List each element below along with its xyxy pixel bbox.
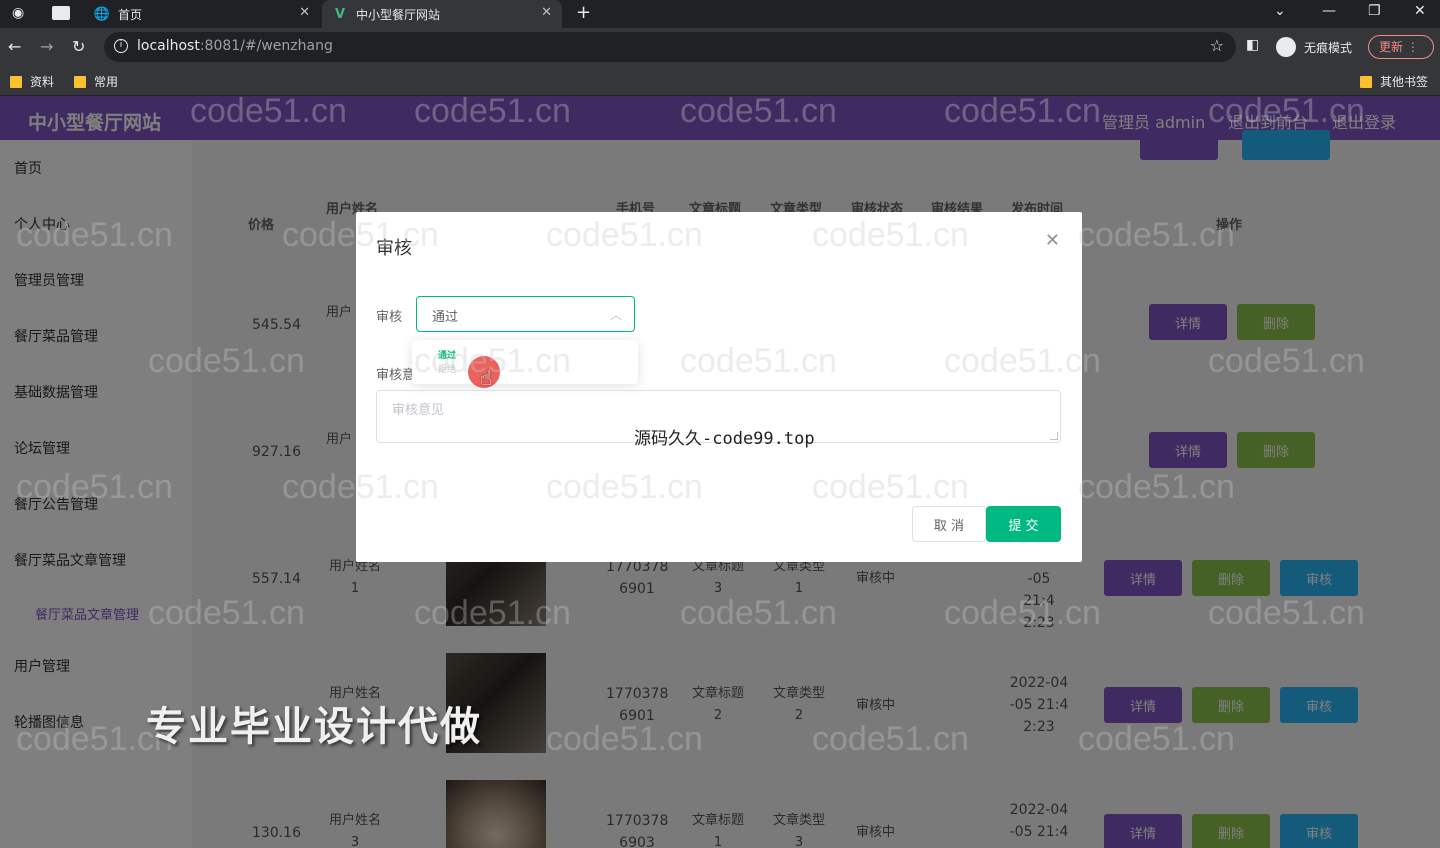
incognito-indicator[interactable]: 无痕模式 (1276, 37, 1352, 57)
audit-select-value: 通过 (432, 310, 459, 325)
audit-dialog: 审核 ✕ 审核 通过 ︿ 审核意见 通过 拒绝 审核意见 取 消 提 交 (356, 212, 1082, 562)
audit-label: 审核 (376, 310, 403, 325)
sidebar-toggle-icon[interactable]: ◧ (1246, 37, 1259, 53)
globe-icon: 🌐 (93, 6, 111, 22)
update-button[interactable]: 更新 ⋮ (1368, 35, 1434, 59)
resize-handle-icon[interactable] (1050, 432, 1058, 440)
dropdown-option-reject[interactable]: 拒绝 (438, 362, 456, 375)
browser-tabbar: ◉ 🌐 首页 ✕ V 中小型餐厅网站 ✕ + ⌄ — ❐ ✕ (0, 0, 1440, 28)
incognito-label: 无痕模式 (1304, 40, 1353, 55)
info-icon[interactable]: i (114, 39, 128, 53)
browser-profile-icon[interactable]: ◉ (12, 5, 24, 21)
audit-dropdown: 通过 拒绝 (412, 340, 638, 384)
hand-cursor-icon: ☝ (480, 366, 493, 390)
opinion-placeholder: 审核意见 (392, 403, 445, 418)
browser-tab-active[interactable]: V 中小型餐厅网站 ✕ (322, 0, 562, 28)
minimize-button[interactable]: — (1322, 3, 1336, 19)
reload-icon[interactable]: ↻ (72, 37, 85, 56)
restore-button[interactable]: ❐ (1368, 3, 1381, 19)
submit-button[interactable]: 提 交 (986, 506, 1061, 542)
center-watermark: 源码久久-code99.top (634, 429, 815, 449)
window-close-button[interactable]: ✕ (1414, 3, 1426, 19)
browser-tab-home[interactable]: 🌐 首页 ✕ (84, 0, 320, 28)
tab-label: 中小型餐厅网站 (356, 7, 441, 22)
cancel-button[interactable]: 取 消 (912, 506, 986, 542)
vue-logo-icon: V (334, 6, 346, 22)
incognito-icon (1276, 37, 1296, 57)
bookmarks-bar: 资料 常用 其他书签 (0, 66, 1440, 96)
browser-navbar: ← → ↻ i localhost:8081/#/wenzhang ☆ ◧ 无痕… (0, 28, 1440, 66)
ad-watermark: 专业毕业设计代做 (146, 704, 482, 750)
bookmark-folder[interactable]: 常用 (74, 73, 118, 90)
audit-select[interactable]: 通过 ︿ (416, 296, 635, 332)
other-bookmarks[interactable]: 其他书签 (1360, 73, 1428, 90)
folder-icon (10, 75, 22, 88)
chevron-up-icon: ︿ (609, 308, 622, 322)
close-icon[interactable]: ✕ (299, 5, 310, 20)
close-icon[interactable]: ✕ (541, 5, 552, 20)
address-bar[interactable]: i localhost:8081/#/wenzhang ☆ (104, 32, 1236, 62)
chevron-down-icon[interactable]: ⌄ (1274, 3, 1286, 19)
dropdown-option-pass[interactable]: 通过 (438, 348, 456, 361)
new-tab-button[interactable]: + (576, 2, 591, 23)
forward-arrow-icon[interactable]: → (40, 37, 53, 56)
bookmark-folder[interactable]: 资料 (10, 73, 54, 90)
back-arrow-icon[interactable]: ← (8, 37, 21, 56)
star-icon[interactable]: ☆ (1210, 36, 1224, 55)
dialog-title: 审核 (376, 238, 412, 259)
url-text: localhost:8081/#/wenzhang (137, 38, 333, 54)
folder-icon (1360, 75, 1372, 88)
tab-label: 首页 (118, 7, 143, 22)
folder-icon (74, 75, 86, 88)
close-icon[interactable]: ✕ (1045, 230, 1060, 251)
tab-search-icon[interactable] (52, 6, 70, 20)
